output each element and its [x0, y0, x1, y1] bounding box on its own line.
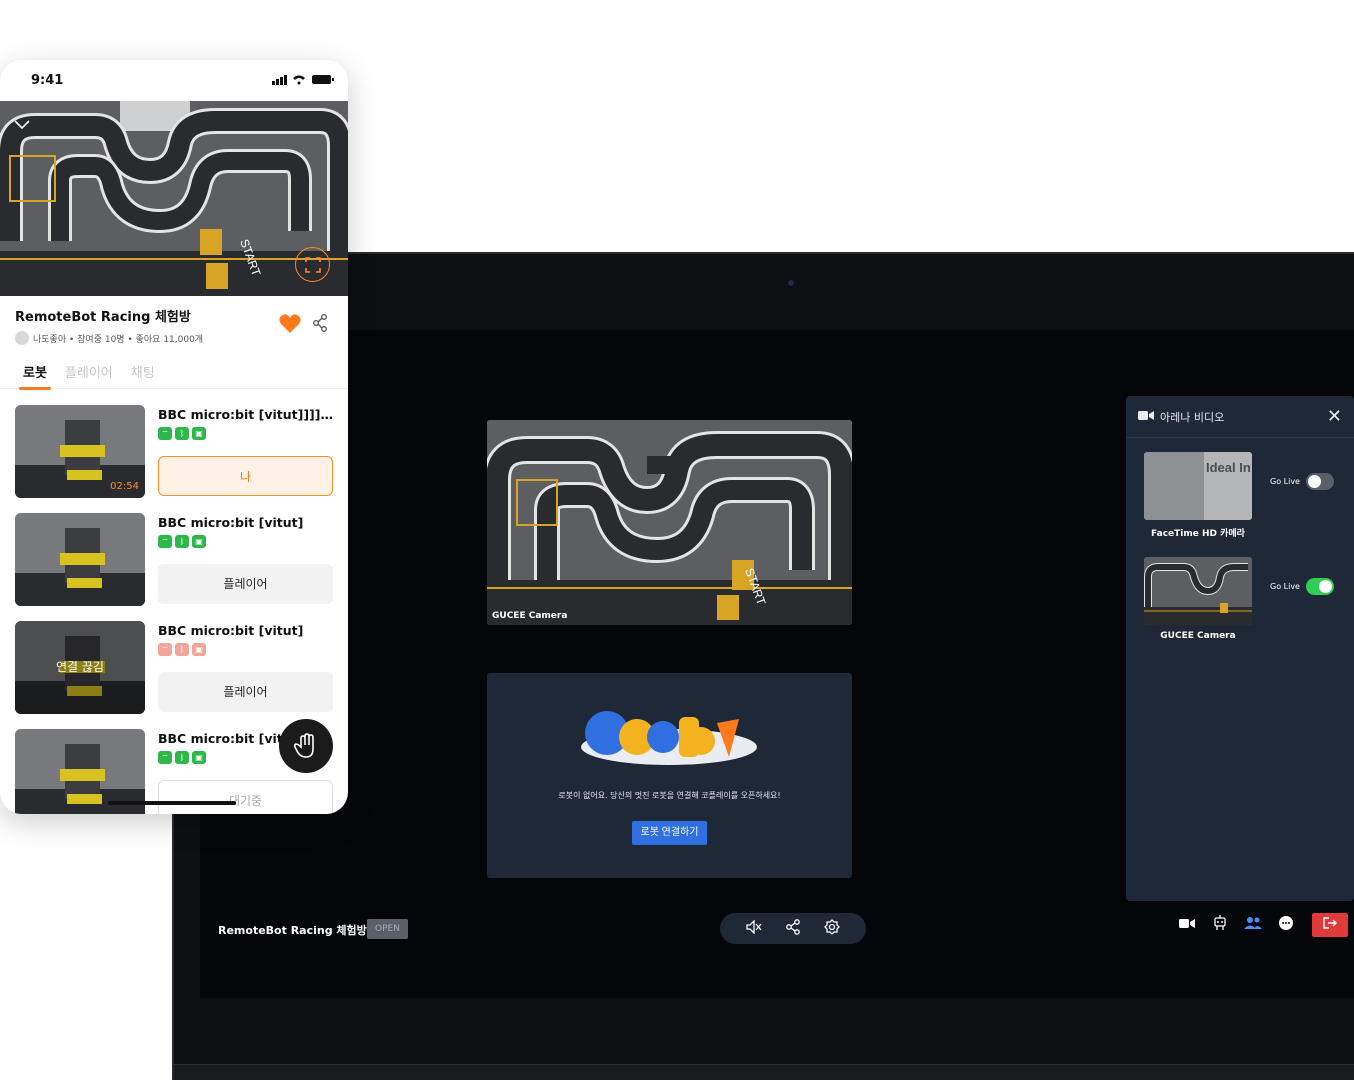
robot-action-button[interactable]: 플레이어 — [158, 672, 333, 712]
play-timer: 02:54 — [110, 481, 139, 492]
camera-icon: ▣ — [192, 751, 206, 764]
bluetooth-icon: ᛒ — [175, 751, 189, 764]
wifi-icon: ⌔ — [158, 535, 172, 548]
room-info: RemoteBot Racing 체험방 나도좋아 • 참여중 10명 • 좋아… — [0, 296, 348, 352]
main-video[interactable]: START GUCEE Camera — [487, 420, 852, 625]
coplay-logo: CoPlay — [581, 710, 757, 765]
exit-button[interactable] — [1312, 913, 1348, 937]
settings-icon[interactable] — [823, 918, 841, 939]
list-item: 연결 끊김 BBC micro:bit [vitut] ⌔ ᛒ ▣ 플레이어 — [15, 621, 335, 717]
wifi-icon: ⌔ — [158, 643, 172, 656]
fullscreen-icon[interactable] — [295, 247, 330, 282]
tab-player[interactable]: 플레이어 — [65, 362, 113, 388]
robot-name: BBC micro:bit [vitut]]]]]]... — [158, 407, 336, 422]
robot-name: BBC micro:bit [vitut] — [158, 623, 304, 638]
go-live-label: Go Live — [1270, 582, 1300, 591]
robot-status-badges: ⌔ ᛒ ▣ — [158, 535, 206, 548]
video-camera-label: GUCEE Camera — [492, 611, 568, 621]
camera-icon: ▣ — [192, 643, 206, 656]
robot-status-badges: ⌔ ᛒ ▣ — [158, 751, 206, 764]
arena-item-name: FaceTime HD 카메라 — [1151, 529, 1245, 539]
arena-title: 아레나 비디오 — [1160, 410, 1225, 424]
coplay-logo-text: CoPlay — [666, 710, 674, 712]
disconnected-overlay: 연결 끊김 — [15, 621, 145, 714]
mute-icon[interactable] — [745, 918, 763, 938]
desktop-app-screen: START GUCEE Camera CoPlay 로봇이 없어요. 당신의 멋… — [200, 330, 1354, 998]
arena-thumb-facetime[interactable]: Ideal In Platfo — [1144, 452, 1252, 520]
room-title: RemoteBot Racing 체험방 — [218, 924, 367, 937]
avatar — [15, 331, 29, 345]
arena-header: 아레나 비디오 ✕ — [1126, 396, 1354, 438]
robot-icon[interactable] — [1211, 915, 1229, 935]
video-icon — [1138, 410, 1154, 424]
bottom-toolbar: RemoteBot Racing 체험방 OPEN — [200, 910, 1354, 950]
home-indicator — [108, 801, 236, 805]
status-bar: 9:41 — [0, 60, 348, 101]
tab-chat[interactable]: 채팅 — [131, 362, 155, 388]
tab-bar: 로봇 플레이어 채팅 — [0, 352, 348, 390]
robot-thumbnail[interactable]: 02:54 — [15, 405, 145, 498]
heart-icon[interactable] — [279, 314, 301, 339]
signal-wifi-battery-icon — [272, 74, 334, 88]
bluetooth-icon: ᛒ — [175, 643, 189, 656]
wifi-icon: ⌔ — [158, 427, 172, 440]
close-icon[interactable]: ✕ — [1327, 407, 1342, 426]
mobile-app: 9:41 START RemoteBot Racing 체험방 나도좋아 • 참… — [0, 60, 348, 814]
arena-thumb-gucee[interactable] — [1144, 557, 1252, 625]
list-item: BBC micro:bit [vitut] ⌔ ᛒ ▣ 플레이어 — [15, 513, 335, 609]
share-icon[interactable] — [312, 314, 328, 336]
arena-item-name: GUCEE Camera — [1160, 631, 1236, 641]
robot-name: BBC micro:bit [vitut] — [158, 515, 304, 530]
room-meta-text: 나도좋아 • 참여중 10명 • 좋아요 11,000개 — [33, 334, 204, 345]
raise-hand-icon[interactable] — [279, 719, 333, 773]
robot-thumbnail[interactable] — [15, 513, 145, 606]
race-track-image: START — [487, 420, 852, 625]
list-item: 02:54 BBC micro:bit [vitut]]]]]]... ⌔ ᛒ … — [15, 405, 336, 501]
arena-video-panel: 아레나 비디오 ✕ Ideal In Platfo FaceTime HD 카메… — [1126, 396, 1354, 901]
go-live-toggle-facetime[interactable] — [1306, 473, 1334, 490]
bluetooth-icon: ᛒ — [175, 535, 189, 548]
composite-screenshot: START GUCEE Camera CoPlay 로봇이 없어요. 당신의 멋… — [0, 0, 1354, 1080]
camera-icon: ▣ — [192, 535, 206, 548]
laptop-camera — [788, 280, 794, 286]
robot-status-badges: ⌔ ᛒ ▣ — [158, 643, 206, 656]
robot-action-button[interactable]: 대기중 — [158, 780, 333, 814]
chat-icon[interactable] — [1277, 915, 1295, 935]
users-icon[interactable] — [1244, 916, 1262, 934]
robot-thumbnail[interactable]: 연결 끊김 — [15, 621, 145, 714]
laptop-frame: START GUCEE Camera CoPlay 로봇이 없어요. 당신의 멋… — [172, 252, 1354, 1080]
empty-robot-state: CoPlay 로봇이 없어요. 당신의 멋진 로봇을 연결해 코플레이를 오픈하… — [487, 673, 852, 878]
right-toolbar — [1178, 915, 1295, 935]
status-time: 9:41 — [31, 73, 64, 88]
connect-robot-button[interactable]: 로봇 연결하기 — [632, 821, 707, 845]
media-controls — [720, 913, 866, 944]
wifi-icon: ⌔ — [158, 751, 172, 764]
arena-item-facetime: Ideal In Platfo FaceTime HD 카메라 Go Live — [1144, 452, 1344, 539]
tab-robot[interactable]: 로봇 — [19, 362, 51, 390]
robot-action-button[interactable]: 플레이어 — [158, 564, 333, 604]
video-icon[interactable] — [1178, 917, 1196, 933]
camera-icon: ▣ — [192, 427, 206, 440]
go-live-toggle-gucee[interactable] — [1306, 578, 1334, 595]
robot-action-button[interactable]: 나 — [158, 456, 333, 496]
bluetooth-icon: ᛒ — [175, 427, 189, 440]
share-icon[interactable] — [784, 918, 802, 939]
go-live-label: Go Live — [1270, 477, 1300, 486]
stream-preview[interactable]: START — [0, 101, 348, 296]
empty-message: 로봇이 없어요. 당신의 멋진 로봇을 연결해 코플레이를 오픈하세요! — [558, 791, 781, 800]
exit-icon — [1323, 917, 1337, 932]
arena-item-gucee: GUCEE Camera Go Live — [1144, 557, 1344, 641]
open-status-badge: OPEN — [367, 919, 408, 939]
laptop-base — [174, 1064, 1354, 1080]
robot-status-badges: ⌔ ᛒ ▣ — [158, 427, 206, 440]
facetime-preview-text: Ideal In Platfo — [1206, 460, 1252, 475]
chevron-down-icon[interactable] — [14, 115, 30, 134]
